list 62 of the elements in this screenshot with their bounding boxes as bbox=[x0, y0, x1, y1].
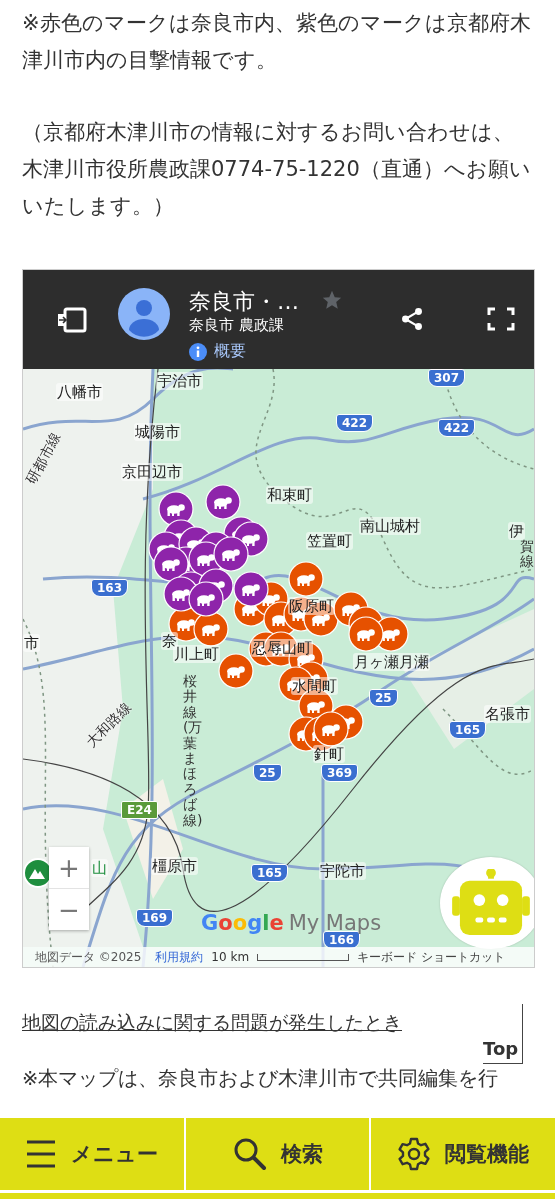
place-label: 月ヶ瀬月瀬 bbox=[353, 653, 430, 671]
route-number: 163 bbox=[91, 579, 129, 597]
place-label: 阪原町 bbox=[288, 597, 335, 615]
nav-button[interactable]: 検索 bbox=[185, 1118, 370, 1190]
place-label: 忍辱山町 bbox=[251, 639, 313, 657]
sidebar-toggle-icon[interactable] bbox=[56, 306, 88, 334]
place-label: 市 bbox=[23, 634, 40, 652]
notice-paragraph: ※赤色のマークは奈良市内、紫色のマークは京都府木津川市内の目撃情報です。 bbox=[22, 10, 532, 74]
rail-line-label: 大和路線 bbox=[83, 699, 135, 752]
route-number: E24 bbox=[121, 801, 158, 819]
place-label: 宇陀市 bbox=[319, 862, 366, 880]
route-number: 422 bbox=[438, 419, 476, 437]
star-icon[interactable] bbox=[321, 289, 343, 311]
nav-button[interactable]: 閲覧機能 bbox=[371, 1118, 555, 1190]
place-label: 宇治市 bbox=[156, 372, 203, 390]
place-label: 城陽市 bbox=[134, 423, 181, 441]
place-label: 水間町 bbox=[291, 677, 338, 695]
keyboard-shortcuts-link[interactable]: キーボード ショートカット bbox=[357, 948, 505, 966]
route-number: 165 bbox=[251, 864, 289, 882]
robot-icon bbox=[452, 869, 530, 937]
rail-line-label: 桜井線(万葉まほろば線) bbox=[183, 674, 200, 828]
map-owner: 奈良市 農政課 bbox=[189, 316, 285, 335]
share-icon[interactable] bbox=[399, 306, 425, 332]
route-number: 25 bbox=[369, 689, 398, 707]
map-loading-problem-link[interactable]: 地図の読み込みに関する問題が発生したとき bbox=[22, 1010, 402, 1036]
scale-label: 10 km bbox=[211, 950, 250, 964]
back-to-top-button[interactable]: Top bbox=[483, 1004, 523, 1064]
place-label: 橿原市 bbox=[151, 857, 198, 875]
about-link[interactable]: 概要 bbox=[189, 341, 359, 362]
map-footnote: ※本マップは、奈良市および木津川市で共同編集を行 bbox=[22, 1066, 499, 1092]
route-number: 369 bbox=[321, 764, 359, 782]
route-number: 307 bbox=[428, 369, 466, 387]
route-number: 165 bbox=[449, 721, 487, 739]
place-label: 八幡市 bbox=[56, 383, 103, 401]
map-title: 奈良市・… bbox=[189, 288, 299, 316]
place-label: 川上町 bbox=[173, 645, 220, 663]
place-label: 笠置町 bbox=[306, 532, 353, 550]
route-number: 25 bbox=[253, 764, 282, 782]
place-label: 南山城村 bbox=[359, 517, 421, 535]
place-label: 伊 bbox=[508, 522, 525, 540]
place-label: 山 bbox=[91, 859, 108, 877]
zoom-out-button[interactable]: − bbox=[49, 889, 89, 930]
settings-icon bbox=[397, 1137, 432, 1171]
zoom-in-button[interactable]: + bbox=[49, 847, 89, 888]
place-label: 名張市 bbox=[484, 705, 531, 723]
map-data-credit: 地図データ ©2025 bbox=[35, 948, 142, 966]
terms-link[interactable]: 利用規約 bbox=[155, 948, 204, 966]
search-icon bbox=[232, 1137, 267, 1171]
nav-button[interactable]: メニュー bbox=[0, 1118, 184, 1190]
avatar-icon bbox=[118, 288, 170, 340]
fullscreen-icon[interactable] bbox=[487, 307, 515, 331]
place-label: 針町 bbox=[313, 745, 345, 763]
info-icon bbox=[189, 342, 207, 361]
place-label: 京田辺市 bbox=[121, 463, 183, 481]
route-number: 422 bbox=[336, 414, 374, 432]
rail-line-label: 研都市線 bbox=[23, 429, 65, 488]
rail-line-label: 賀線 bbox=[520, 539, 534, 570]
place-label: 奈 bbox=[161, 632, 178, 650]
route-number: 169 bbox=[136, 909, 174, 927]
menu-icon bbox=[25, 1139, 58, 1169]
notice-paragraph: （京都府木津川市の情報に対するお問い合わせは、木津川市役所農政課0774-75-1220（直通）へお願いいたします。） bbox=[22, 119, 532, 220]
place-label: 和束町 bbox=[266, 486, 313, 504]
